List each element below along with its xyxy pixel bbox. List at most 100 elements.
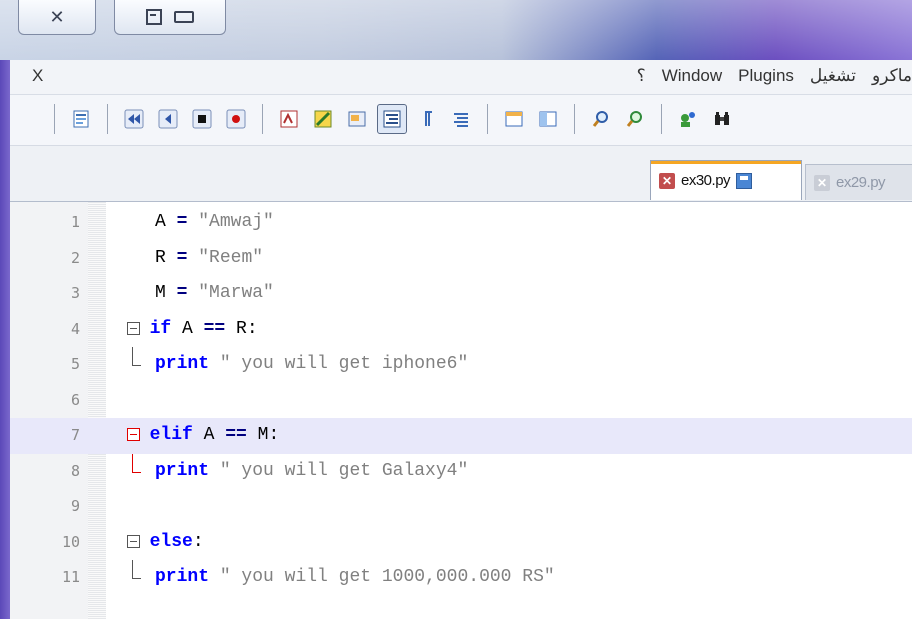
- window-frame-left: [0, 60, 10, 619]
- window-split-icon: [505, 111, 523, 127]
- window-controls: ✕: [18, 0, 226, 38]
- panel-icon: [348, 111, 366, 127]
- menu-bar: X ؟ Window Plugins تشغيل ماكرو: [10, 60, 912, 95]
- sync-v-button[interactable]: [500, 105, 528, 133]
- fold-end-marker: [132, 453, 141, 473]
- macro-icon: [280, 110, 298, 128]
- rewind-icon: [124, 109, 144, 129]
- tab-bar: ✕ ex30.py ✕ ex29.py: [10, 146, 912, 202]
- line-number: 5: [70, 355, 80, 373]
- step-back-button[interactable]: [154, 105, 182, 133]
- tab-close-icon[interactable]: ✕: [659, 172, 675, 189]
- step-back-icon: [158, 109, 178, 129]
- code-text: A = "Amwaj": [155, 212, 274, 232]
- close-window-button[interactable]: ✕: [18, 0, 96, 35]
- new-file-button[interactable]: [67, 105, 95, 133]
- toolbar-separator: [107, 104, 108, 134]
- fold-end-marker: [132, 560, 141, 579]
- code-text: M = "Marwa": [155, 283, 274, 303]
- wrap-icon: [454, 113, 468, 127]
- zoom-out-icon: [626, 111, 642, 127]
- toolbar-separator: [54, 104, 55, 134]
- line-number: 3: [70, 284, 80, 302]
- stop-button[interactable]: [188, 105, 216, 133]
- menu-item-window[interactable]: Window: [662, 66, 722, 86]
- code-line[interactable]: 4 if A == R:: [10, 312, 912, 348]
- code-line[interactable]: 3 M = "Marwa": [10, 276, 912, 312]
- code-text: if A == R:: [149, 318, 258, 339]
- code-line-current[interactable]: 7 elif A == M:: [10, 418, 912, 454]
- toolbar-separator: [574, 104, 575, 134]
- tab-label: ex29.py: [836, 174, 886, 191]
- tab-label: ex30.py: [681, 172, 731, 189]
- line-number: 8: [70, 461, 80, 480]
- menu-item-macro[interactable]: ماكرو: [872, 66, 912, 86]
- code-text: print " you will get 1000,000.000 RS": [155, 567, 555, 587]
- macro-button[interactable]: [275, 105, 303, 133]
- document-icon: [73, 110, 89, 128]
- code-line[interactable]: 6: [10, 383, 912, 419]
- code-text: else:: [149, 531, 204, 552]
- restore-minimize-buttons[interactable]: [114, 0, 226, 35]
- sync-h-button[interactable]: [534, 105, 562, 133]
- code-line[interactable]: 5 print " you will get iphone6": [10, 347, 912, 383]
- users-icon: [681, 112, 695, 127]
- zoom-in-button[interactable]: [587, 105, 615, 133]
- record-button[interactable]: [222, 105, 250, 133]
- line-number: 7: [70, 426, 80, 444]
- menu-close-doc[interactable]: X: [32, 66, 43, 86]
- toolbar-separator: [487, 104, 488, 134]
- code-text: elif A == M:: [149, 425, 280, 445]
- line-number: 11: [61, 568, 80, 586]
- restore-icon: [146, 9, 162, 25]
- color-button[interactable]: [309, 105, 337, 133]
- zoom-out-button[interactable]: [621, 105, 649, 133]
- indent-icon: [383, 110, 401, 128]
- close-icon: ✕: [49, 6, 65, 27]
- code-line[interactable]: 1 A = "Amwaj": [10, 205, 912, 241]
- zoom-in-icon: [592, 111, 608, 127]
- tab-ex30[interactable]: ✕ ex30.py: [650, 160, 802, 200]
- minimize-icon: [174, 11, 194, 23]
- users-button[interactable]: [674, 105, 702, 133]
- wrap-button[interactable]: [447, 105, 475, 133]
- record-icon: [226, 109, 246, 129]
- code-line[interactable]: 9: [10, 489, 912, 525]
- tab-close-icon[interactable]: ✕: [814, 174, 830, 191]
- find-button[interactable]: [708, 105, 736, 133]
- code-text: print " you will get Galaxy4": [155, 460, 469, 481]
- stop-icon: [192, 109, 212, 129]
- line-number: 4: [70, 319, 80, 338]
- title-bar: ✕: [0, 0, 912, 60]
- menu-items: ؟ Window Plugins تشغيل ماكرو: [637, 66, 912, 86]
- menu-item-help[interactable]: ؟: [637, 66, 646, 86]
- code-line[interactable]: 8 print " you will get Galaxy4": [10, 453, 912, 490]
- line-number: 1: [70, 213, 80, 231]
- menu-item-plugins[interactable]: Plugins: [738, 66, 794, 86]
- code-editor[interactable]: 1 A = "Amwaj" 2 R = "Reem" 3 M = "Marwa"…: [10, 202, 912, 619]
- toolbar: [10, 95, 912, 146]
- code-line[interactable]: 2 R = "Reem": [10, 241, 912, 277]
- paragraph-button[interactable]: [413, 105, 441, 133]
- line-number: 9: [70, 497, 80, 515]
- pilcrow-icon: [425, 111, 432, 126]
- palette-icon: [314, 110, 332, 128]
- save-icon[interactable]: [736, 172, 753, 189]
- fold-end-marker: [132, 347, 141, 366]
- toolbar-separator: [262, 104, 263, 134]
- tab-ex29[interactable]: ✕ ex29.py: [805, 164, 912, 200]
- indent-guide-button[interactable]: [377, 104, 407, 134]
- rewind-button[interactable]: [120, 105, 148, 133]
- toolbar-separator: [661, 104, 662, 134]
- line-number: 2: [70, 248, 80, 267]
- line-number: 10: [61, 532, 80, 551]
- code-line[interactable]: 10 else:: [10, 525, 912, 561]
- code-line[interactable]: 11 print " you will get 1000,000.000 RS": [10, 560, 912, 596]
- panel-button[interactable]: [343, 105, 371, 133]
- menu-item-run[interactable]: تشغيل: [810, 66, 856, 86]
- binoculars-icon: [715, 112, 729, 125]
- code-text: R = "Reem": [155, 247, 264, 268]
- line-number: 6: [70, 390, 80, 409]
- code-text: print " you will get iphone6": [155, 354, 469, 374]
- window-split-icon: [539, 111, 557, 127]
